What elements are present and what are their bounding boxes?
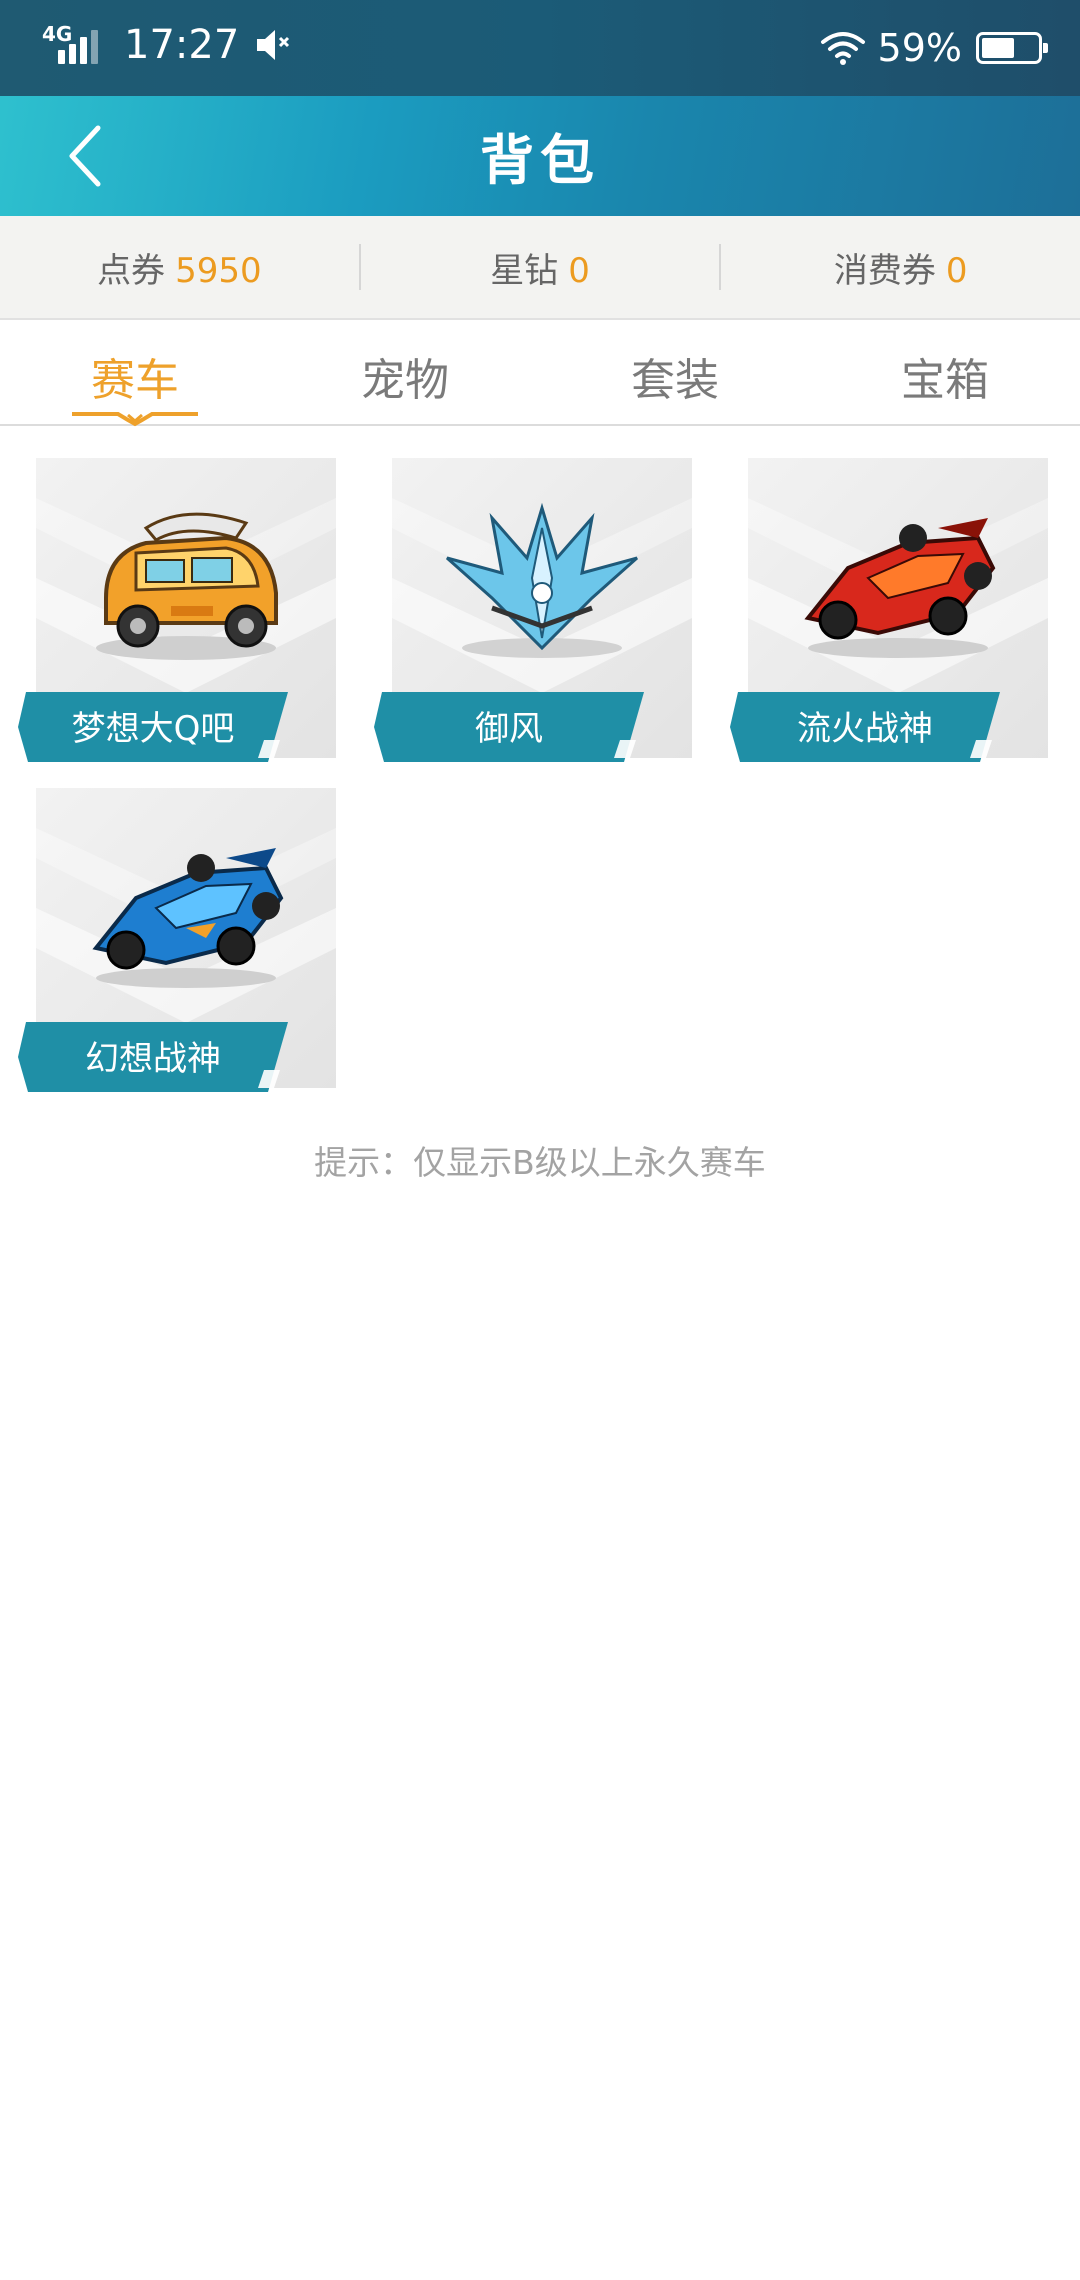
tab-pets[interactable]: 宠物 [270,322,540,424]
hint-text: 提示：仅显示B级以上永久赛车 [314,1143,766,1182]
red-racer-kart-icon [804,518,996,658]
wifi-icon [820,32,865,65]
tab-chests[interactable]: 宝箱 [810,322,1080,424]
status-time: 17:27 [124,22,240,68]
item-name: 流火战神 [797,709,933,749]
category-tabs: 赛车 宠物 套装 宝箱 [0,322,1080,427]
item-card[interactable]: 御风 [374,456,694,768]
app-header: 背包 [0,96,1080,216]
currency-value: 0 [568,250,590,291]
currency-stardiamond: 星钻 0 [361,243,720,292]
item-card[interactable]: 幻想战神 [18,786,338,1098]
tab-label: 宠物 [361,355,449,406]
tab-label: 套装 [631,355,719,406]
currency-label: 点券 [97,250,166,291]
yellow-kart-icon [96,512,278,660]
currency-value: 5950 [175,250,262,291]
item-name: 御风 [475,709,543,749]
battery-icon [976,32,1048,64]
currency-value: 0 [945,250,968,291]
active-tab-indicator [72,412,198,427]
currency-label: 星钻 [490,250,559,291]
battery-percent: 59% [877,26,962,70]
blue-racer-kart-icon [92,848,284,988]
tab-karts[interactable]: 赛车 [0,322,270,427]
tab-label: 赛车 [91,355,179,406]
crystal-wing-kart-icon [446,502,638,658]
page-title: 背包 [480,129,600,192]
item-card[interactable]: 梦想大Q吧 [18,456,338,768]
currency-points: 点券 5950 [0,243,359,292]
item-name: 梦想大Q吧 [71,709,235,749]
item-card[interactable]: 流火战神 [730,456,1050,768]
currency-bar: 点券 5950 星钻 0 消费券 0 [0,216,1080,320]
status-bar: 4G 17:27 59% [0,0,1080,96]
currency-label: 消费券 [833,250,936,291]
currency-voucher: 消费券 0 [721,243,1080,292]
item-name: 幻想战神 [85,1039,221,1079]
tab-label: 宝箱 [901,355,989,406]
tab-outfits[interactable]: 套装 [540,322,810,424]
cellular-signal-icon: 4G [42,22,102,68]
muted-speaker-icon [257,30,290,60]
